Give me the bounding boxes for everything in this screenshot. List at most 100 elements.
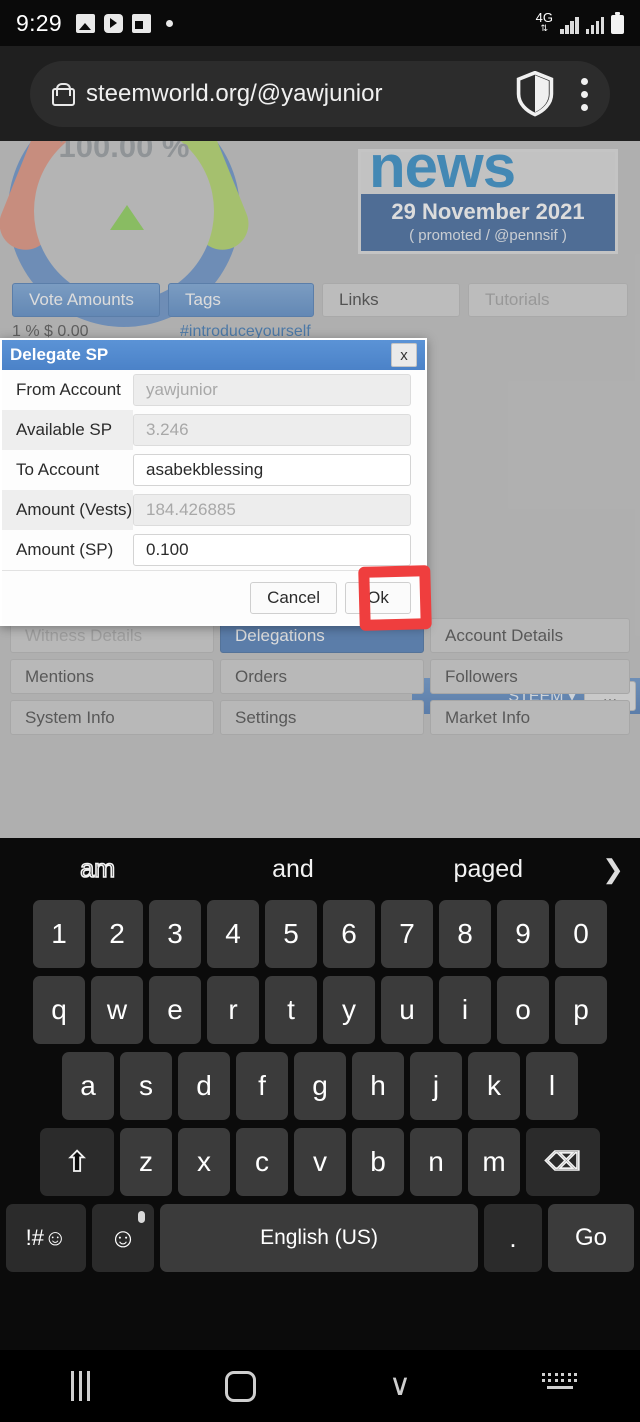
- key-z[interactable]: z: [120, 1128, 172, 1196]
- suggestion-2[interactable]: and: [195, 855, 390, 884]
- dot-icon: [165, 19, 173, 27]
- status-notification-icons: [75, 13, 173, 33]
- url-text: steemworld.org/@yawjunior: [86, 80, 383, 107]
- calendar-icon: [131, 13, 151, 33]
- delegate-sp-dialog: Delegate SP x From Account yawjunior Ava…: [0, 338, 427, 626]
- microphone-icon[interactable]: [138, 1211, 145, 1223]
- field-row-available-sp: Available SP 3.246: [2, 410, 425, 450]
- tab-tutorials[interactable]: Tutorials: [468, 283, 628, 317]
- shift-icon[interactable]: ⬆: [40, 1128, 114, 1196]
- period-key[interactable]: .: [484, 1204, 542, 1272]
- keyboard-switch-icon[interactable]: [480, 1373, 640, 1399]
- keyboard-row-bottom: !#☺ ☺ English (US) . Go: [0, 1204, 640, 1272]
- key-q[interactable]: q: [33, 976, 85, 1044]
- tab-vote-amounts[interactable]: Vote Amounts: [12, 283, 160, 317]
- key-0[interactable]: 0: [555, 900, 607, 968]
- nav-followers[interactable]: Followers: [430, 659, 630, 694]
- key-p[interactable]: p: [555, 976, 607, 1044]
- key-r[interactable]: r: [207, 976, 259, 1044]
- kebab-menu-icon[interactable]: [581, 77, 588, 111]
- key-a[interactable]: a: [62, 1052, 114, 1120]
- ok-button[interactable]: Ok: [345, 581, 411, 614]
- url-bar[interactable]: steemworld.org/@yawjunior: [30, 61, 610, 127]
- nav-settings[interactable]: Settings: [220, 700, 424, 735]
- hide-keyboard-icon[interactable]: ∨: [320, 1371, 480, 1401]
- news-banner[interactable]: news 29 November 2021 ( promoted / @penn…: [358, 149, 618, 254]
- label-to-account: To Account: [16, 460, 100, 479]
- status-time: 9:29: [16, 9, 62, 36]
- nav-account-details[interactable]: Account Details: [430, 618, 630, 653]
- key-o[interactable]: o: [497, 976, 549, 1044]
- gauge-percent: 100.00 %: [58, 141, 190, 164]
- input-amount-vests[interactable]: 184.426885: [133, 494, 411, 526]
- key-c[interactable]: c: [236, 1128, 288, 1196]
- symbols-key[interactable]: !#☺: [6, 1204, 86, 1272]
- section-nav-grid: Witness Details Delegations Account Deta…: [10, 618, 630, 735]
- youtube-icon: [103, 13, 123, 33]
- field-row-amount-vests: Amount (Vests) 184.426885: [2, 490, 425, 530]
- field-row-to-account: To Account asabekblessing: [2, 450, 425, 490]
- status-system-icons: 4G ⇅: [536, 11, 624, 34]
- key-y[interactable]: y: [323, 976, 375, 1044]
- suggestion-1[interactable]: am: [0, 854, 195, 884]
- nav-system-info[interactable]: System Info: [10, 700, 214, 735]
- key-v[interactable]: v: [294, 1128, 346, 1196]
- key-1[interactable]: 1: [33, 900, 85, 968]
- input-to-account[interactable]: asabekblessing: [133, 454, 411, 486]
- lock-icon: [52, 82, 75, 106]
- close-icon[interactable]: x: [391, 343, 417, 367]
- suggestion-expand-icon[interactable]: ❯: [586, 854, 640, 885]
- browser-toolbar: steemworld.org/@yawjunior: [0, 46, 640, 141]
- key-w[interactable]: w: [91, 976, 143, 1044]
- nav-market-info[interactable]: Market Info: [430, 700, 630, 735]
- nav-mentions[interactable]: Mentions: [10, 659, 214, 694]
- image-icon: [75, 13, 95, 33]
- tab-tags[interactable]: Tags: [168, 283, 314, 317]
- key-k[interactable]: k: [468, 1052, 520, 1120]
- key-g[interactable]: g: [294, 1052, 346, 1120]
- key-4[interactable]: 4: [207, 900, 259, 968]
- space-key[interactable]: English (US): [160, 1204, 478, 1272]
- key-s[interactable]: s: [120, 1052, 172, 1120]
- key-b[interactable]: b: [352, 1128, 404, 1196]
- key-x[interactable]: x: [178, 1128, 230, 1196]
- label-amount-sp: Amount (SP): [16, 540, 114, 559]
- key-5[interactable]: 5: [265, 900, 317, 968]
- emoji-icon[interactable]: ☺: [92, 1204, 154, 1272]
- key-n[interactable]: n: [410, 1128, 462, 1196]
- suggestion-3[interactable]: paged: [391, 855, 586, 884]
- tab-links[interactable]: Links: [322, 283, 460, 317]
- recents-icon[interactable]: [0, 1371, 160, 1401]
- on-screen-keyboard: am and paged ❯ 1 2 3 4 5 6 7 8 9 0 q w e…: [0, 838, 640, 1350]
- key-m[interactable]: m: [468, 1128, 520, 1196]
- key-f[interactable]: f: [236, 1052, 288, 1120]
- key-j[interactable]: j: [410, 1052, 462, 1120]
- input-from-account[interactable]: yawjunior: [133, 374, 411, 406]
- signal-bars-1-icon: [560, 16, 579, 34]
- key-i[interactable]: i: [439, 976, 491, 1044]
- input-amount-sp[interactable]: 0.100: [133, 534, 411, 566]
- cancel-button[interactable]: Cancel: [250, 581, 337, 614]
- keyboard-row-z: ⬆ z x c v b n m ⌫: [0, 1128, 640, 1196]
- key-3[interactable]: 3: [149, 900, 201, 968]
- shield-icon[interactable]: [515, 71, 555, 117]
- key-h[interactable]: h: [352, 1052, 404, 1120]
- key-t[interactable]: t: [265, 976, 317, 1044]
- dialog-title: Delegate SP: [10, 345, 109, 364]
- key-7[interactable]: 7: [381, 900, 433, 968]
- key-2[interactable]: 2: [91, 900, 143, 968]
- key-l[interactable]: l: [526, 1052, 578, 1120]
- key-d[interactable]: d: [178, 1052, 230, 1120]
- key-9[interactable]: 9: [497, 900, 549, 968]
- key-e[interactable]: e: [149, 976, 201, 1044]
- home-icon[interactable]: [160, 1370, 320, 1402]
- nav-orders[interactable]: Orders: [220, 659, 424, 694]
- key-8[interactable]: 8: [439, 900, 491, 968]
- input-available-sp[interactable]: 3.246: [133, 414, 411, 446]
- key-6[interactable]: 6: [323, 900, 375, 968]
- enter-go-key[interactable]: Go: [548, 1204, 634, 1272]
- keyboard-row-numbers: 1 2 3 4 5 6 7 8 9 0: [0, 900, 640, 968]
- key-u[interactable]: u: [381, 976, 433, 1044]
- backspace-icon[interactable]: ⌫: [526, 1128, 600, 1196]
- keyboard-row-q: q w e r t y u i o p: [0, 976, 640, 1044]
